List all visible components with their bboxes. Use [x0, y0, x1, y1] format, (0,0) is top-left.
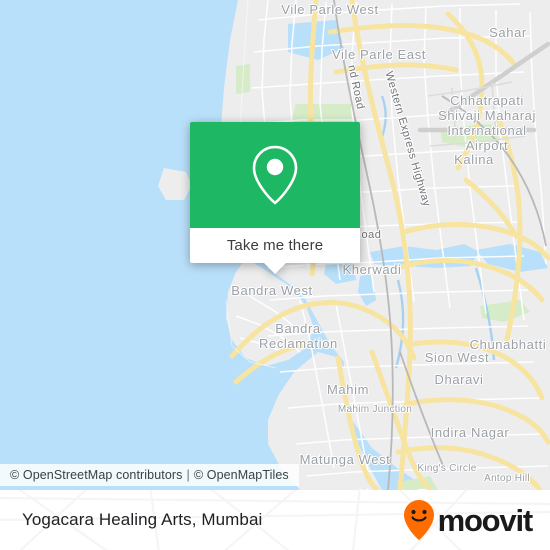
popup-header: [190, 122, 360, 228]
moovit-logo[interactable]: moovit: [402, 499, 534, 541]
popup-footer[interactable]: Take me there: [190, 228, 360, 274]
popup-tail: [264, 263, 286, 274]
map-attribution[interactable]: © OpenStreetMap contributors | © OpenMap…: [0, 464, 299, 486]
attribution-separator: |: [186, 468, 190, 482]
take-me-there-button[interactable]: Take me there: [227, 237, 323, 254]
moovit-wordmark: moovit: [437, 502, 534, 538]
moovit-pin-smiley-icon: [403, 500, 434, 540]
map-screenshot: Vile Parle West Sahar Vile Parle East Chhat…: [0, 0, 550, 550]
place-title: Yogacara Healing Arts, Mumbai: [22, 510, 263, 529]
map-pin-icon: [252, 145, 298, 205]
attribution-osm[interactable]: © OpenStreetMap contributors: [10, 468, 183, 482]
bottom-info-bar: Yogacara Healing Arts, Mumbai moovit: [0, 490, 550, 550]
location-popup[interactable]: Take me there: [190, 122, 360, 274]
attribution-tiles[interactable]: © OpenMapTiles: [194, 468, 289, 482]
map-canvas[interactable]: Vile Parle West Sahar Vile Parle East Chhat…: [0, 0, 550, 490]
